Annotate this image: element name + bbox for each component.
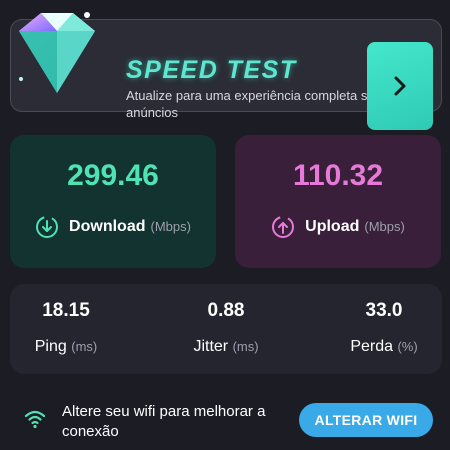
wifi-icon — [24, 410, 46, 429]
upload-label-row: Upload (Mbps) — [235, 215, 441, 239]
banner-title: SPEED TEST — [126, 56, 297, 84]
ping-value: 18.15 — [42, 300, 90, 321]
jitter-unit: (ms) — [232, 339, 259, 354]
wifi-hint-text: Altere seu wifi para melhorar a conexão — [62, 403, 266, 440]
download-arrow-icon — [36, 216, 59, 238]
upload-card: 110.32 Upload (Mbps) — [235, 135, 441, 268]
upgrade-button[interactable] — [367, 42, 433, 130]
ping-unit: (ms) — [71, 339, 98, 354]
upload-label: Upload — [305, 218, 360, 235]
download-label: Download — [69, 218, 146, 235]
jitter-label: Jitter — [193, 338, 229, 355]
loss-value: 33.0 — [365, 300, 403, 321]
banner-subtitle: Atualize para uma experiência completa s… — [126, 88, 386, 120]
loss-label: Perda — [350, 338, 394, 355]
upload-unit: (Mbps) — [364, 219, 405, 234]
diamond-icon — [19, 12, 95, 93]
jitter-value: 0.88 — [207, 300, 245, 321]
premium-banner[interactable]: SPEED TEST Atualize para uma experiência… — [10, 12, 442, 130]
change-wifi-button[interactable]: ALTERAR WIFI — [299, 403, 433, 437]
download-card: 299.46 Download (Mbps) — [10, 135, 216, 268]
jitter-stat: 0.88 Jitter (ms) — [166, 300, 286, 356]
chevron-right-icon — [394, 76, 406, 96]
download-label-row: Download (Mbps) — [10, 215, 216, 239]
ping-label: Ping — [34, 338, 67, 355]
download-unit: (Mbps) — [150, 219, 191, 234]
stats-panel: 18.15 Ping (ms) 0.88 Jitter (ms) 33.0 Pe… — [10, 284, 442, 374]
upload-value: 110.32 — [292, 159, 384, 192]
download-value: 299.46 — [67, 159, 159, 192]
upload-arrow-icon — [272, 216, 295, 238]
loss-stat: 33.0 Perda (%) — [324, 300, 444, 356]
ping-stat: 18.15 Ping (ms) — [6, 300, 126, 356]
loss-unit: (%) — [397, 339, 418, 354]
